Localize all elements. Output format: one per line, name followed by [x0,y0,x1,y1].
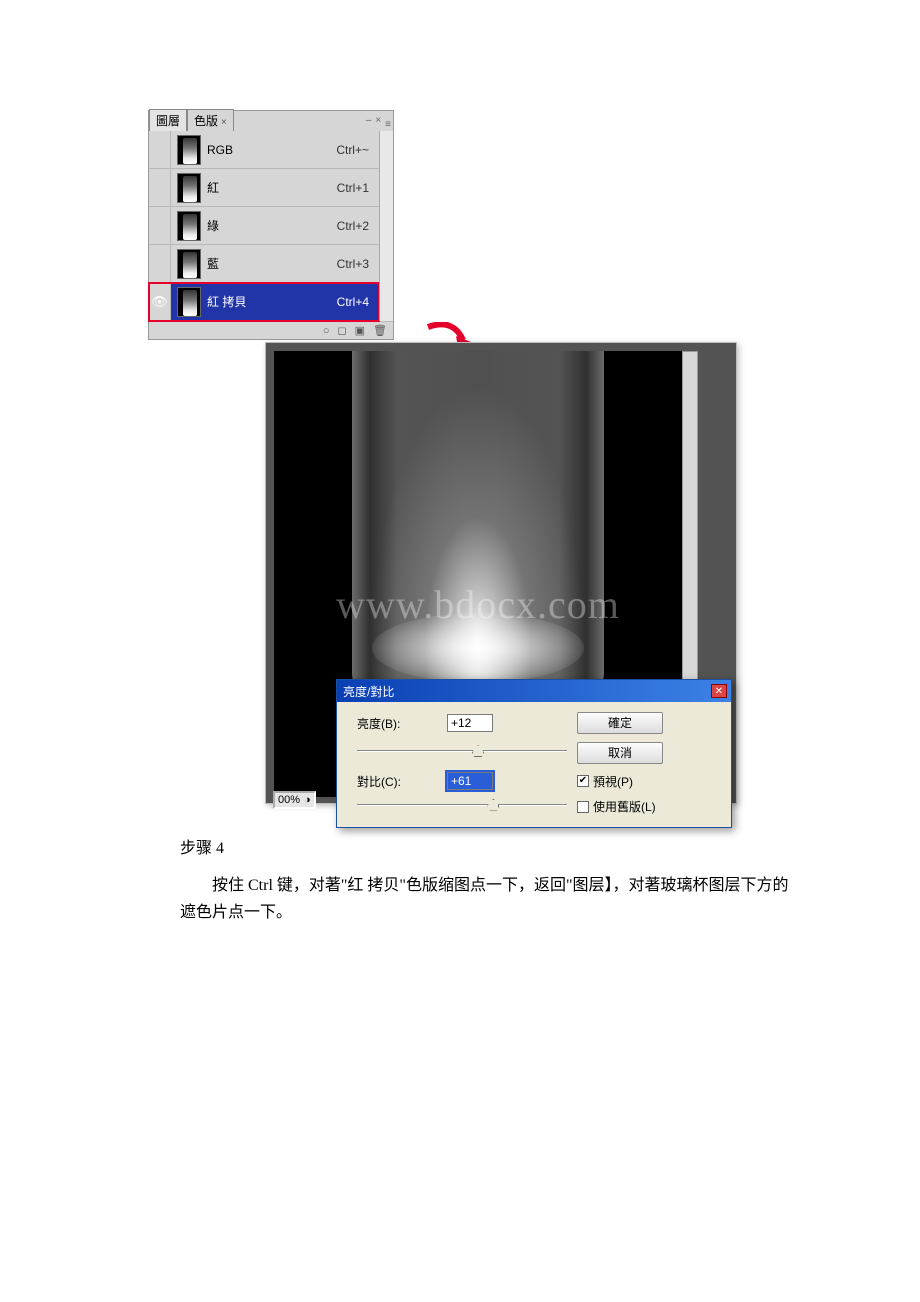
delete-channel-icon[interactable]: 🗑 [373,324,387,337]
preview-checkbox[interactable]: ✔ 預視(P) [577,773,677,790]
visibility-toggle[interactable]: 👁 [149,283,171,320]
glass-image [352,351,604,697]
contrast-slider[interactable] [357,799,577,811]
slider-thumb-icon[interactable] [472,745,484,757]
channel-row-green[interactable]: 綠 Ctrl+2 [149,207,379,245]
channel-row-red-copy[interactable]: 👁 紅 拷貝 Ctrl+4 [149,283,379,321]
channel-name: 紅 拷貝 [207,293,337,310]
visibility-toggle[interactable] [149,131,171,168]
legacy-checkbox-label: 使用舊版(L) [593,798,656,815]
visibility-toggle[interactable] [149,169,171,206]
channel-name: RGB [207,143,336,157]
preview-checkbox-label: 預視(P) [593,773,633,790]
channel-thumbnail[interactable] [177,173,201,203]
panel-scrollbar[interactable] [379,131,393,321]
vertical-scrollbar[interactable] [682,351,698,697]
channel-thumbnail[interactable] [177,287,201,317]
panel-header: 圖層 色版× – × ≡ [149,111,393,131]
save-mask-icon[interactable]: ◻ [337,324,346,337]
channel-shortcut: Ctrl+2 [337,219,379,233]
load-selection-icon[interactable]: ○ [323,325,330,337]
channel-row-red[interactable]: 紅 Ctrl+1 [149,169,379,207]
visibility-toggle[interactable] [149,207,171,244]
channel-name: 綠 [207,217,337,234]
brightness-input[interactable] [447,714,493,732]
brightness-contrast-dialog: 亮度/對比 ✕ 亮度(B): 確定 取消 對比(C): ✔ 預視(P) [336,679,732,828]
panel-footer: ○ ◻ ▣ 🗑 [149,321,393,339]
channel-row-rgb[interactable]: RGB Ctrl+~ [149,131,379,169]
canvas-dark-area [274,697,336,797]
channel-thumbnail[interactable] [177,211,201,241]
channel-shortcut: Ctrl+3 [337,257,379,271]
dialog-title: 亮度/對比 [343,683,394,700]
panel-window-controls: – × ≡ [366,111,391,130]
checkbox-icon[interactable] [577,801,589,813]
document-window: www.bdocx.com 00% ◑ 亮度/對比 ✕ 亮度(B): 確定 [265,342,737,804]
dialog-titlebar[interactable]: 亮度/對比 ✕ [337,680,731,702]
tab-channels-label: 色版 [194,114,218,128]
channel-shortcut: Ctrl+~ [336,143,379,157]
contrast-label: 對比(C): [357,773,447,790]
channel-name: 藍 [207,255,337,272]
channel-name: 紅 [207,179,337,196]
zoom-icon: ◑ [304,794,311,806]
instruction-paragraph: 按住 Ctrl 键，对著"红 拷贝"色版缩图点一下，返回"图层】，对著玻璃杯图层… [180,872,790,926]
menu-icon[interactable]: ≡ [385,119,391,130]
tab-channels[interactable]: 色版× [187,109,234,131]
channel-row-blue[interactable]: 藍 Ctrl+3 [149,245,379,283]
legacy-checkbox[interactable]: 使用舊版(L) [577,798,677,815]
channel-shortcut: Ctrl+1 [337,181,379,195]
channel-shortcut: Ctrl+4 [337,295,379,309]
brightness-slider[interactable] [357,745,577,757]
channel-thumbnail[interactable] [177,249,201,279]
channel-list: RGB Ctrl+~ 紅 Ctrl+1 綠 Ctrl+2 [149,131,379,321]
tab-close-icon[interactable]: × [221,117,227,128]
slider-thumb-icon[interactable] [487,799,499,811]
channel-thumbnail[interactable] [177,135,201,165]
zoom-value: 00% [278,794,300,806]
step-heading: 步骤 4 [180,834,790,858]
cancel-button[interactable]: 取消 [577,742,663,764]
ok-button[interactable]: 確定 [577,712,663,734]
zoom-readout[interactable]: 00% ◑ [273,791,316,809]
dialog-close-button[interactable]: ✕ [711,684,727,698]
channels-panel: 圖層 色版× – × ≡ RGB Ctrl+~ [148,110,394,340]
minimize-icon[interactable]: – [366,115,372,126]
close-icon[interactable]: × [375,115,381,126]
visibility-toggle[interactable] [149,245,171,282]
new-channel-icon[interactable]: ▣ [355,324,365,337]
checkbox-icon[interactable]: ✔ [577,775,589,787]
brightness-label: 亮度(B): [357,715,447,732]
tab-layers[interactable]: 圖層 [149,109,187,131]
contrast-input[interactable] [447,772,493,790]
canvas[interactable]: www.bdocx.com [274,351,682,697]
